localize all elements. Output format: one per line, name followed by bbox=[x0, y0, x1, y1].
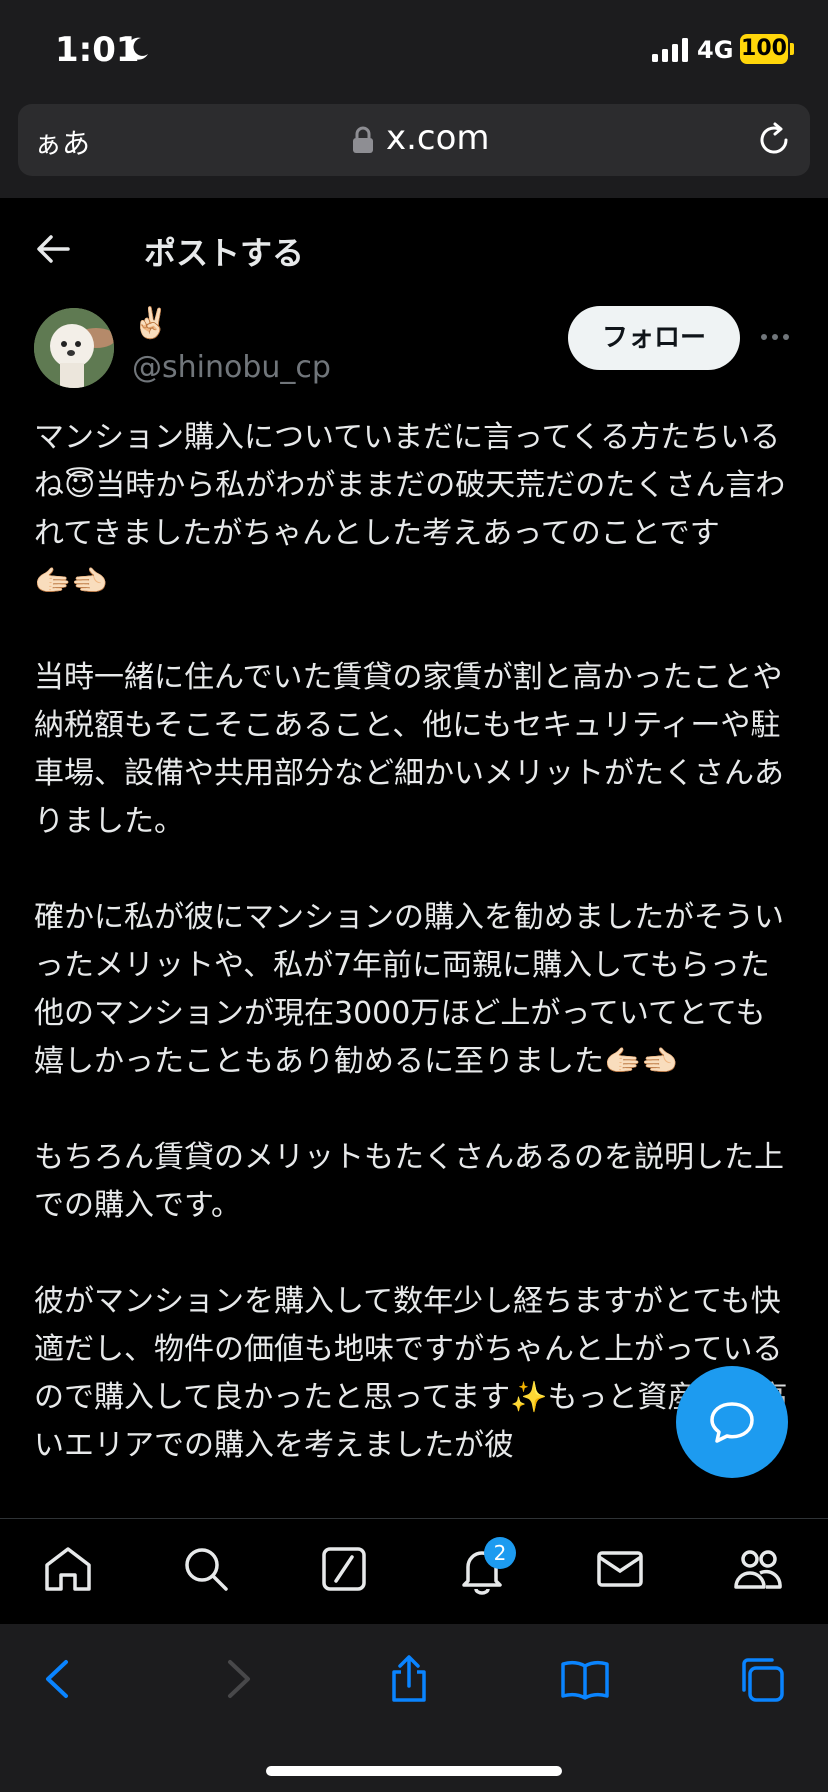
more-options-icon[interactable] bbox=[760, 332, 790, 342]
follow-button[interactable]: フォロー bbox=[568, 306, 740, 370]
share-icon bbox=[392, 1655, 426, 1702]
tabs-icon bbox=[742, 1658, 784, 1702]
page-header: ポストする bbox=[0, 198, 828, 304]
tab-home[interactable] bbox=[42, 1543, 94, 1595]
browser-back-button[interactable] bbox=[34, 1654, 84, 1704]
post-paragraph: マンション購入についていまだに言ってくる方たちいるね😇当時から私がわがままだの破… bbox=[34, 420, 786, 599]
grok-icon bbox=[322, 1547, 366, 1591]
network-type: 4G bbox=[697, 36, 734, 64]
chevron-right-icon bbox=[228, 1660, 250, 1698]
tab-grok[interactable] bbox=[318, 1543, 370, 1595]
communities-icon bbox=[734, 1550, 782, 1589]
url-text[interactable]: x.com bbox=[386, 118, 490, 158]
tabs-button[interactable] bbox=[736, 1654, 786, 1704]
avatar[interactable] bbox=[34, 308, 114, 388]
mail-icon bbox=[597, 1551, 643, 1587]
back-arrow-icon[interactable] bbox=[34, 232, 72, 266]
share-button[interactable] bbox=[384, 1654, 434, 1704]
battery-tip bbox=[790, 43, 794, 55]
grok-chat-button[interactable] bbox=[676, 1366, 788, 1478]
post-author: ✌🏻 @shinobu_cp フォロー bbox=[0, 300, 828, 390]
post-paragraph: もちろん賃貸のメリットもたくさんあるのを説明した上での購入です。 bbox=[34, 1140, 784, 1223]
browser-forward-button[interactable] bbox=[212, 1654, 262, 1704]
browser-bottom-toolbar bbox=[0, 1624, 828, 1792]
chat-bubble-icon bbox=[710, 1402, 754, 1443]
reload-icon[interactable] bbox=[756, 122, 792, 158]
status-bar: 1:01 4G 100 bbox=[0, 0, 828, 98]
tab-messages[interactable] bbox=[594, 1543, 646, 1595]
home-icon bbox=[45, 1547, 91, 1591]
post-text: マンション購入についていまだに言ってくる方たちいるね😇当時から私がわがままだの破… bbox=[34, 414, 794, 1514]
browser-toolbar: ぁあ x.com bbox=[0, 98, 828, 198]
page-title: ポストする bbox=[144, 234, 305, 272]
page-settings-button[interactable]: ぁあ bbox=[34, 122, 90, 162]
post-paragraph: 確かに私が彼にマンションの購入を勧めましたがそういったメリットや、私が7年前に両… bbox=[34, 900, 784, 1079]
chevron-left-icon bbox=[46, 1660, 68, 1698]
home-indicator bbox=[266, 1766, 562, 1776]
notification-badge: 2 bbox=[484, 1537, 516, 1569]
tab-communities[interactable] bbox=[732, 1543, 784, 1595]
avatar-image bbox=[34, 308, 114, 388]
bookmarks-button[interactable] bbox=[560, 1654, 610, 1704]
author-display-name[interactable]: ✌🏻 bbox=[132, 306, 169, 341]
tab-search[interactable] bbox=[180, 1543, 232, 1595]
lock-icon bbox=[353, 126, 373, 153]
address-bar[interactable]: ぁあ x.com bbox=[18, 104, 810, 176]
post-paragraph: 当時一緒に住んでいた賃貸の家賃が割と高かったことや納税額もそこそこあること、他に… bbox=[34, 660, 784, 839]
signal-icon bbox=[652, 38, 688, 62]
battery-indicator: 100 bbox=[740, 34, 788, 64]
moon-icon bbox=[127, 37, 148, 60]
search-icon bbox=[185, 1548, 228, 1591]
author-handle[interactable]: @shinobu_cp bbox=[132, 350, 331, 385]
bottom-tab-bar: 2 bbox=[0, 1518, 828, 1624]
book-icon bbox=[561, 1660, 609, 1700]
